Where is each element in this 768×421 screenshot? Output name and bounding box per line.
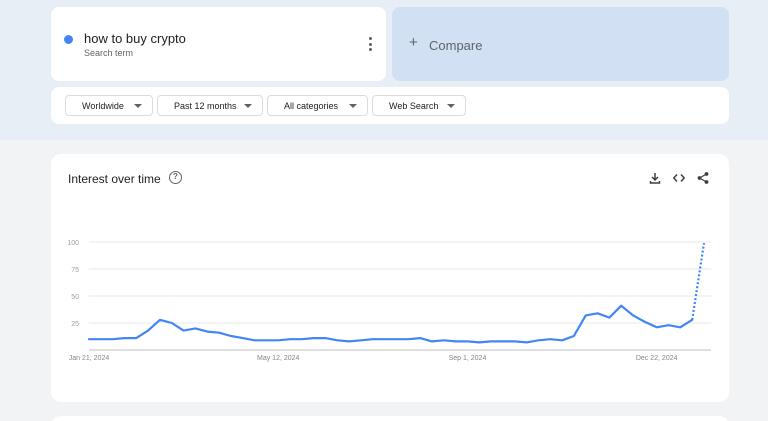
dropdown-arrow-icon: [349, 104, 357, 108]
search-term-card[interactable]: how to buy crypto Search term: [51, 7, 386, 81]
series-partial-line: [691, 242, 706, 320]
filter-bar: Worldwide Past 12 months All categories …: [51, 87, 729, 124]
y-tick-label: 75: [71, 267, 79, 274]
x-tick-label: Dec 22, 2024: [636, 355, 678, 362]
filter-category-label: All categories: [284, 100, 339, 111]
x-tick-label: Jan 21, 2024: [69, 355, 110, 362]
filter-time-label: Past 12 months: [174, 100, 237, 111]
y-tick-label: 50: [71, 294, 79, 301]
filter-search-type-label: Web Search: [389, 100, 439, 111]
term-color-dot: [64, 35, 73, 44]
search-term-label[interactable]: how to buy crypto: [84, 31, 186, 46]
x-tick-label: May 12, 2024: [257, 355, 300, 362]
dropdown-arrow-icon: [447, 104, 455, 108]
compare-label: Compare: [429, 38, 483, 53]
y-tick-label: 25: [71, 321, 79, 328]
dropdown-arrow-icon: [244, 104, 252, 108]
interest-line-chart: 25 50 75 100 Jan 21, 2024 May 12, 2024 Sep 1, …: [67, 240, 711, 362]
filter-category-dropdown[interactable]: All categories: [267, 95, 368, 116]
interest-over-time-card: Interest over time ? 25 50 75 100 Jan 21, 20…: [51, 154, 729, 402]
series-line: [87, 304, 694, 344]
dropdown-arrow-icon: [134, 104, 142, 108]
plus-icon: +: [409, 34, 418, 51]
more-options-icon[interactable]: [364, 37, 376, 51]
compare-button[interactable]: + Compare: [392, 7, 729, 81]
y-tick-label: 100: [67, 240, 79, 247]
search-term-subtitle: Search term: [84, 48, 134, 58]
filter-region-dropdown[interactable]: Worldwide: [65, 95, 153, 116]
next-section-card: [51, 416, 729, 421]
filter-time-dropdown[interactable]: Past 12 months: [157, 95, 263, 116]
x-tick-label: Sep 1, 2024: [449, 355, 487, 362]
filter-region-label: Worldwide: [82, 100, 124, 111]
filter-search-type-dropdown[interactable]: Web Search: [372, 95, 466, 116]
